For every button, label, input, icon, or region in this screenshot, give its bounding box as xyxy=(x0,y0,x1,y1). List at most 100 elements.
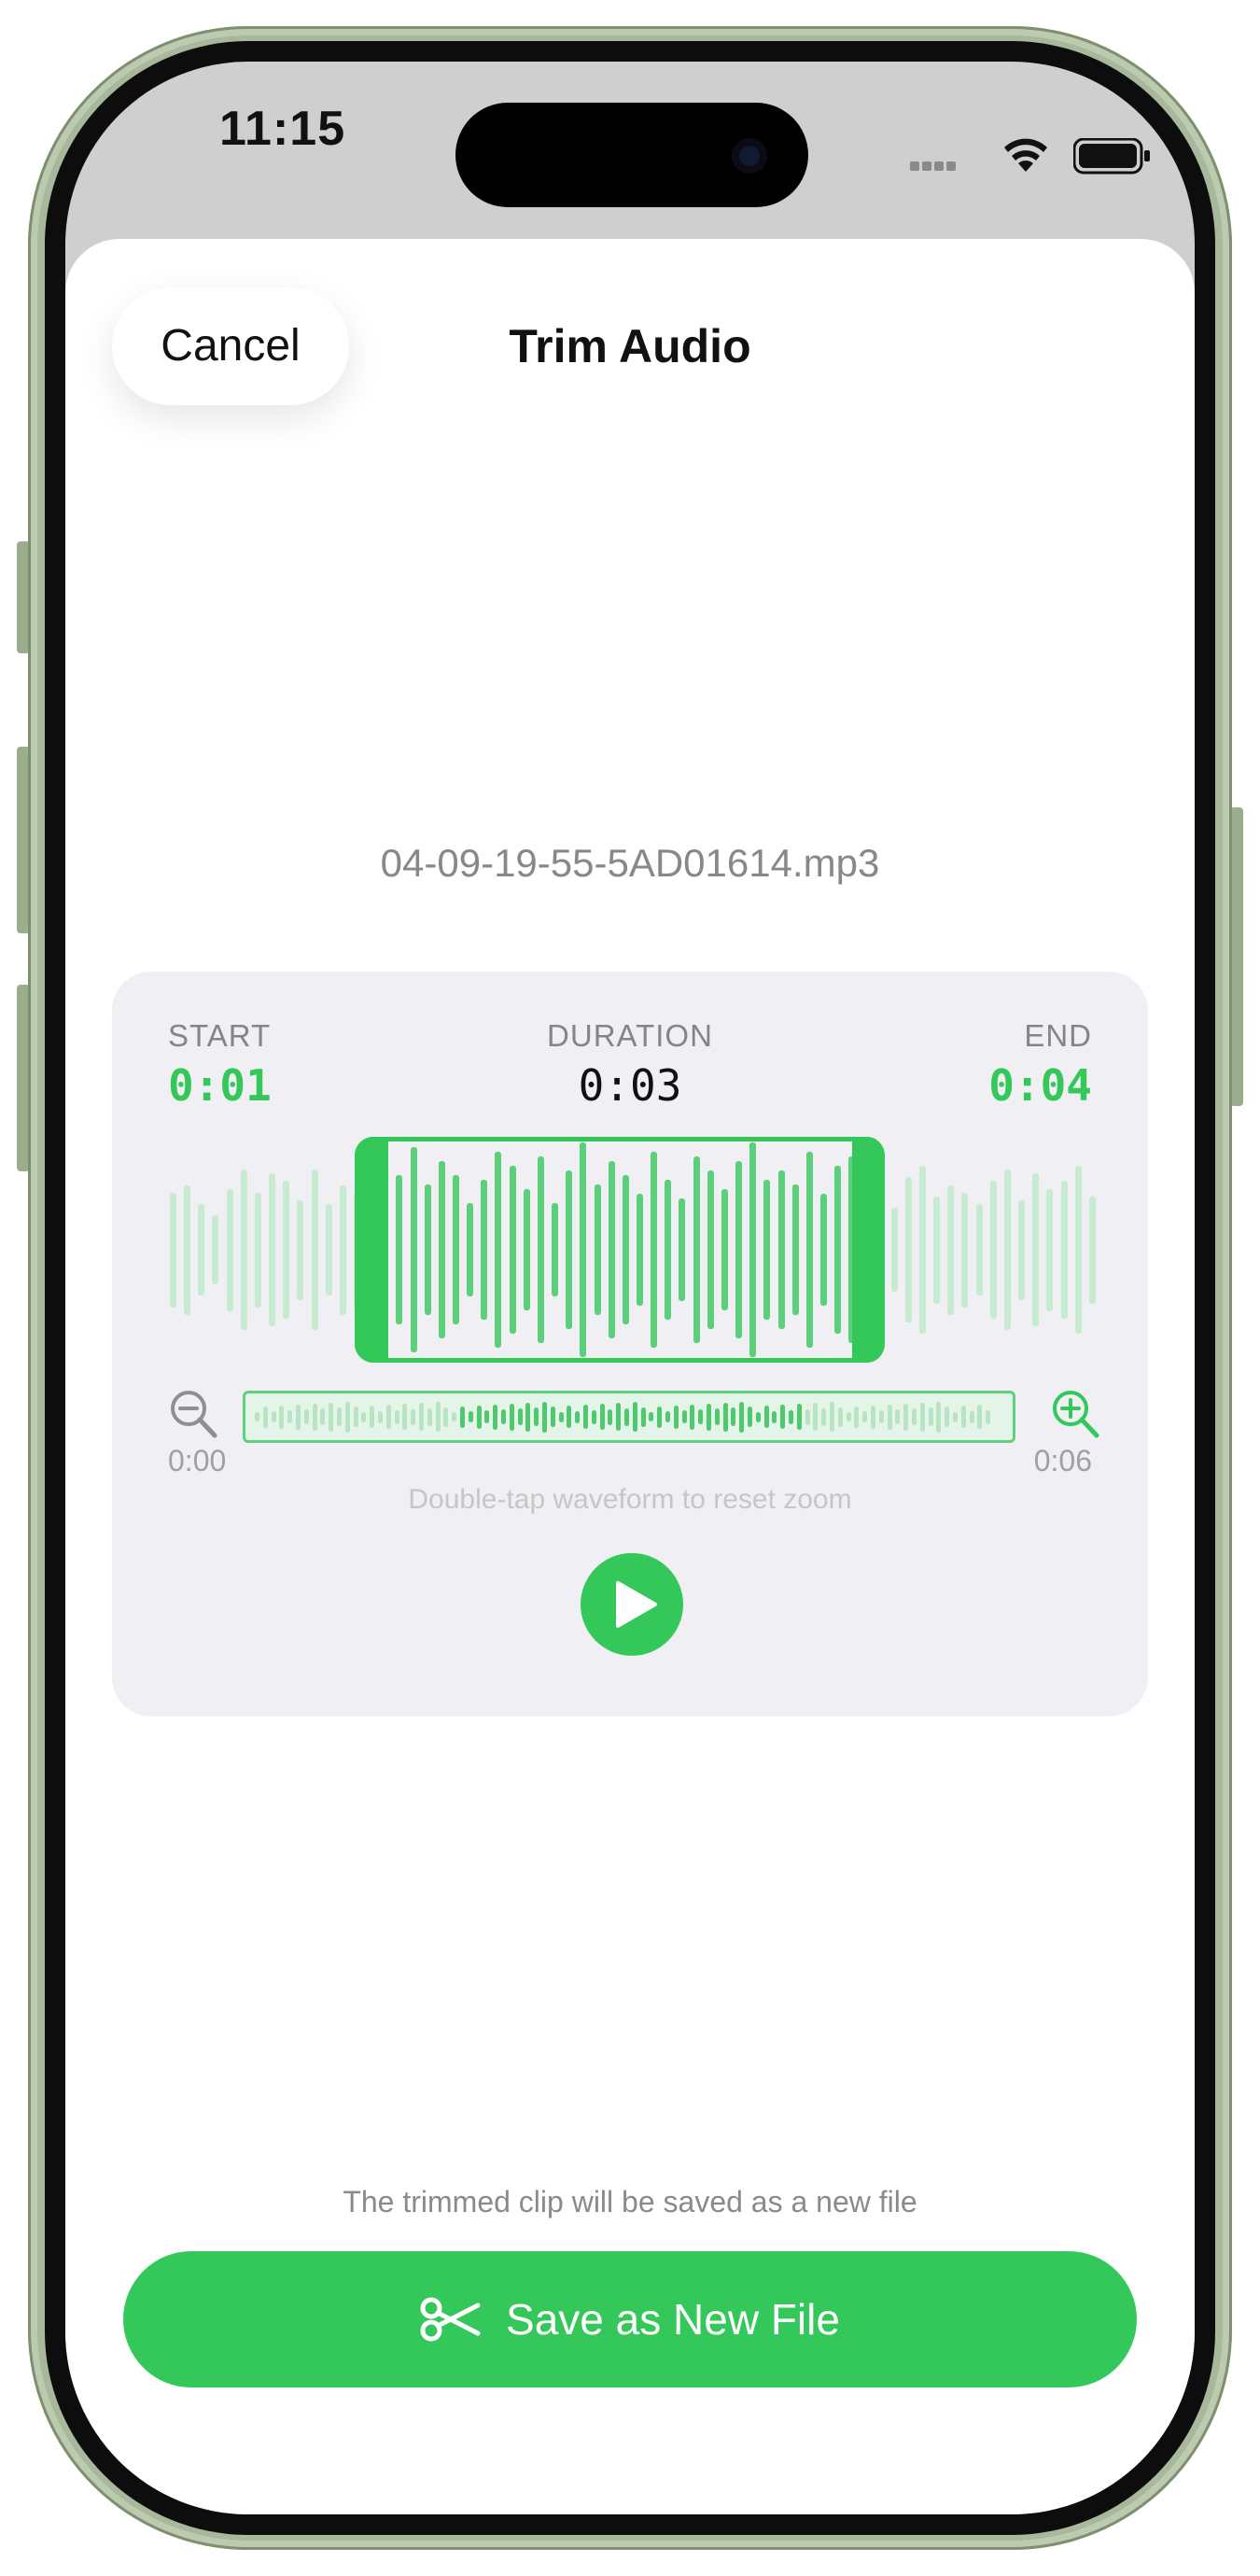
overview-bar xyxy=(936,1401,942,1433)
wifi-icon xyxy=(1004,138,1047,172)
end-label: END xyxy=(1024,1018,1092,1053)
overview-bar xyxy=(854,1406,860,1428)
overview-bar xyxy=(748,1407,752,1427)
overview-bar xyxy=(443,1407,449,1427)
waveform-bar xyxy=(198,1204,205,1295)
overview-bar xyxy=(945,1407,950,1427)
reset-zoom-hint: Double-tap waveform to reset zoom xyxy=(408,1484,852,1515)
overview-bar xyxy=(632,1402,637,1432)
overview-bar xyxy=(427,1407,432,1426)
overview-bar xyxy=(344,1401,350,1433)
timeline-end-label: 0:06 xyxy=(1033,1444,1092,1477)
waveform-bar xyxy=(254,1192,261,1308)
overview-bar xyxy=(329,1402,334,1432)
overview-bar xyxy=(542,1401,547,1433)
scissors-icon xyxy=(420,2297,481,2342)
power-button xyxy=(1230,807,1243,1106)
duration-label: DURATION xyxy=(547,1018,713,1053)
waveform-bar xyxy=(311,1169,318,1330)
overview-bar xyxy=(271,1411,276,1422)
overview-bar xyxy=(575,1410,581,1423)
waveform-bar xyxy=(1018,1199,1026,1300)
overview-bar xyxy=(534,1407,539,1426)
overview-bar xyxy=(846,1412,851,1421)
screen: 11:15 Cancel Trim Audio 04-09-19-55-5AD0… xyxy=(65,62,1195,2514)
overview-bar xyxy=(640,1407,646,1427)
overview-bar xyxy=(690,1404,695,1430)
overview-bar xyxy=(608,1408,613,1425)
overview-bar xyxy=(698,1409,704,1424)
overview-bar xyxy=(813,1403,819,1431)
waveform-bar xyxy=(1003,1169,1011,1330)
zoom-in-icon[interactable] xyxy=(1050,1388,1100,1440)
overview-bar xyxy=(986,1409,991,1424)
save-button-label: Save as New File xyxy=(506,2295,840,2344)
overview-bar xyxy=(953,1411,958,1422)
overview-bar xyxy=(895,1409,901,1424)
overview-bar xyxy=(468,1411,473,1422)
play-icon xyxy=(616,1581,657,1628)
trim-audio-sheet: Cancel Trim Audio 04-09-19-55-5AD01614.m… xyxy=(65,239,1195,2514)
overview-bar xyxy=(337,1407,342,1426)
overview-bar xyxy=(624,1407,629,1426)
waveform-bar xyxy=(269,1173,276,1326)
overview-bar xyxy=(862,1411,868,1422)
waveform-bar xyxy=(890,1208,898,1292)
start-trim-handle[interactable] xyxy=(357,1137,388,1363)
waveform-bar xyxy=(975,1204,983,1295)
overview-bar xyxy=(714,1408,720,1425)
waveform-bar xyxy=(961,1192,969,1308)
battery-icon xyxy=(1073,138,1150,175)
overview-bar xyxy=(484,1410,490,1423)
overview-bar xyxy=(616,1403,622,1431)
end-trim-handle[interactable] xyxy=(852,1137,884,1363)
waveform-bar xyxy=(170,1192,176,1308)
overview-bar xyxy=(657,1406,663,1428)
overview-bar xyxy=(796,1404,802,1430)
overview-bar xyxy=(378,1410,383,1423)
overview-bar xyxy=(649,1412,654,1421)
overview-bar xyxy=(763,1406,769,1428)
waveform-bar xyxy=(1074,1166,1082,1334)
play-button[interactable] xyxy=(581,1553,683,1656)
overview-bar xyxy=(887,1404,892,1430)
selection-box[interactable] xyxy=(355,1137,885,1363)
timeline-start-label: 0:00 xyxy=(168,1444,227,1477)
save-as-new-file-button[interactable]: Save as New File xyxy=(123,2251,1137,2387)
waveform-bar xyxy=(947,1184,955,1315)
dynamic-island xyxy=(455,103,808,207)
overview-bar xyxy=(673,1405,679,1429)
waveform-bar xyxy=(1032,1173,1040,1326)
overview-bar xyxy=(303,1409,309,1424)
overview-bar xyxy=(558,1411,564,1422)
waveform-bar xyxy=(933,1196,941,1304)
overview-bar xyxy=(599,1404,605,1430)
signal-icon xyxy=(910,159,959,175)
trim-card: START 0:01 DURATION 0:03 END 0:04 0:00 0… xyxy=(112,972,1148,1716)
waveform-bar xyxy=(184,1184,191,1315)
overview-bar xyxy=(722,1402,728,1432)
overview-bar xyxy=(452,1412,457,1421)
overview-bar xyxy=(394,1409,399,1424)
overview-bar xyxy=(583,1405,588,1429)
overview-bar xyxy=(517,1408,523,1425)
overview-bar xyxy=(320,1408,326,1425)
overview-bar xyxy=(419,1403,424,1431)
overview-bar xyxy=(567,1406,572,1428)
overview-bar xyxy=(493,1404,498,1430)
cancel-button[interactable]: Cancel xyxy=(112,287,349,405)
overview-bar xyxy=(296,1404,301,1430)
status-time: 11:15 xyxy=(219,102,346,156)
overview-bar xyxy=(402,1404,408,1430)
overview-bar xyxy=(878,1410,884,1423)
overview-bar xyxy=(370,1406,375,1428)
waveform-bar xyxy=(325,1204,332,1295)
overview-scrubber[interactable] xyxy=(243,1391,1015,1443)
waveform-bar xyxy=(297,1199,304,1300)
waveform-bar xyxy=(240,1169,247,1330)
waveform-bar xyxy=(283,1181,290,1319)
overview-bar xyxy=(501,1409,506,1424)
end-value: 0:04 xyxy=(988,1060,1092,1111)
overview-bar xyxy=(977,1405,983,1429)
zoom-out-icon[interactable] xyxy=(168,1388,218,1440)
